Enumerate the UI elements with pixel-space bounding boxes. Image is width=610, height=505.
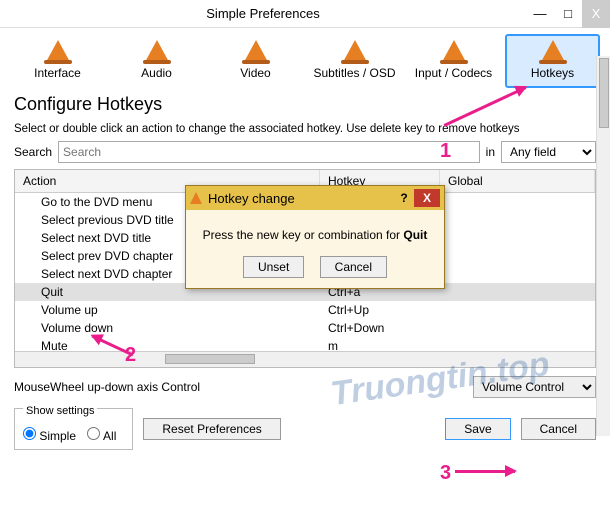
tab-label: Subtitles / OSD [313, 66, 395, 80]
cone-icon [145, 40, 169, 62]
minimize-button[interactable]: — [526, 0, 554, 28]
tab-label: Hotkeys [531, 66, 574, 80]
search-input[interactable] [58, 141, 480, 163]
dialog-close-button[interactable]: X [414, 189, 440, 207]
hotkey-change-dialog: Hotkey change ? X Press the new key or c… [185, 185, 445, 289]
tab-audio[interactable]: Audio [109, 34, 204, 88]
cell-global [440, 193, 595, 211]
dialog-titlebar: Hotkey change ? X [186, 186, 444, 210]
horizontal-scrollbar[interactable] [15, 351, 595, 367]
footer: Show settings Simple All Reset Preferenc… [0, 402, 610, 460]
tab-label: Audio [141, 66, 172, 80]
scrollbar-thumb[interactable] [165, 354, 255, 364]
in-label: in [486, 145, 495, 159]
save-button[interactable]: Save [445, 418, 510, 440]
radio-all[interactable]: All [87, 429, 116, 443]
tab-label: Input / Codecs [415, 66, 492, 80]
cell-global [440, 301, 595, 319]
close-button[interactable]: X [582, 0, 610, 28]
dialog-body: Press the new key or combination for Qui… [186, 210, 444, 288]
cone-icon [442, 40, 466, 62]
dialog-title: Hotkey change [208, 191, 394, 206]
cell-global [440, 337, 595, 351]
mousewheel-select[interactable]: Volume Control [473, 376, 596, 398]
tab-video[interactable]: Video [208, 34, 303, 88]
cell-global [440, 319, 595, 337]
cell-global [440, 247, 595, 265]
dialog-message: Press the new key or combination for Qui… [196, 228, 434, 242]
tab-label: Video [240, 66, 270, 80]
tab-subtitles[interactable]: Subtitles / OSD [307, 34, 402, 88]
mousewheel-row: MouseWheel up-down axis Control Volume C… [0, 368, 610, 402]
cell-global [440, 265, 595, 283]
search-label: Search [14, 145, 52, 159]
dialog-cancel-button[interactable]: Cancel [320, 256, 387, 278]
window-title: Simple Preferences [0, 6, 526, 21]
field-select[interactable]: Any field [501, 141, 596, 163]
tab-label: Interface [34, 66, 81, 80]
cell-hotkey: Ctrl+Up [320, 301, 440, 319]
scrollbar-thumb[interactable] [599, 58, 609, 128]
cell-hotkey: m [320, 337, 440, 351]
cell-hotkey: Ctrl+Down [320, 319, 440, 337]
cone-icon [541, 40, 565, 62]
mousewheel-label: MouseWheel up-down axis Control [14, 380, 200, 394]
cancel-button[interactable]: Cancel [521, 418, 596, 440]
tab-hotkeys[interactable]: Hotkeys [505, 34, 600, 88]
cell-action: Mute [15, 337, 320, 351]
tab-interface[interactable]: Interface [10, 34, 105, 88]
cone-icon [46, 40, 70, 62]
cell-action: Volume down [15, 319, 320, 337]
show-settings-group: Show settings Simple All [14, 408, 133, 450]
maximize-button[interactable]: □ [554, 0, 582, 28]
vertical-scrollbar[interactable] [596, 56, 610, 436]
table-row[interactable]: Volume upCtrl+Up [15, 301, 595, 319]
cell-global [440, 211, 595, 229]
tab-codecs[interactable]: Input / Codecs [406, 34, 501, 88]
radio-simple[interactable]: Simple [23, 429, 76, 443]
help-button[interactable]: ? [394, 191, 414, 205]
cell-global [440, 283, 595, 301]
category-tabs: Interface Audio Video Subtitles / OSD In… [0, 28, 610, 88]
cell-global [440, 229, 595, 247]
cone-icon [190, 192, 202, 204]
search-row: Search in Any field [0, 141, 610, 169]
titlebar: Simple Preferences — □ X [0, 0, 610, 28]
arrow-3 [455, 470, 515, 473]
show-settings-legend: Show settings [23, 405, 97, 417]
page-title: Configure Hotkeys [0, 88, 610, 119]
cell-action: Volume up [15, 301, 320, 319]
table-row[interactable]: Volume downCtrl+Down [15, 319, 595, 337]
annotation-3: 3 [440, 462, 451, 485]
hint-text: Select or double click an action to chan… [0, 119, 610, 141]
col-global[interactable]: Global [440, 170, 595, 192]
table-row[interactable]: Mutem [15, 337, 595, 351]
unset-button[interactable]: Unset [243, 256, 304, 278]
reset-button[interactable]: Reset Preferences [143, 418, 280, 440]
cone-icon [343, 40, 367, 62]
cone-icon [244, 40, 268, 62]
